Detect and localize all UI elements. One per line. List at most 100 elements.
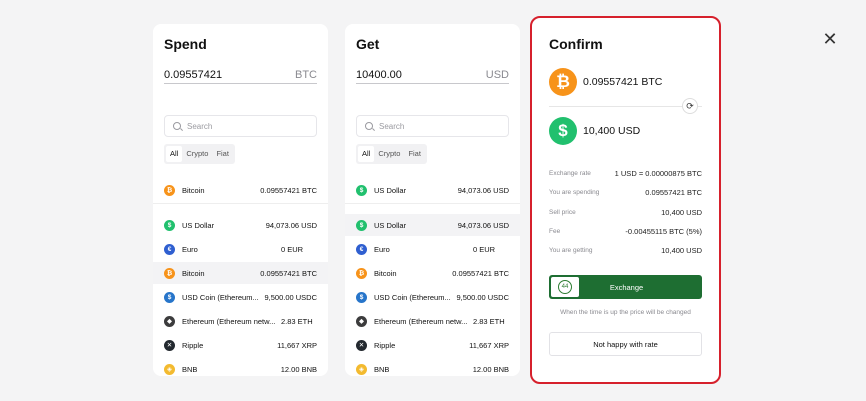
- confirm-panel: Confirm ₿ 0.09557421 BTC ⟳ $ 10,400 USD …: [530, 16, 721, 384]
- ethereum-icon: ◆: [164, 315, 175, 327]
- item-name: Ethereum (Ethereum netw...: [374, 316, 468, 326]
- to-amount: 10,400 USD: [583, 125, 641, 137]
- usdc-icon: $: [164, 291, 175, 303]
- get-search-placeholder: Search: [379, 121, 405, 131]
- list-item[interactable]: ◈ BNB 12.00 BNB: [153, 358, 328, 376]
- item-name: BNB: [182, 364, 198, 374]
- divider: [549, 106, 702, 107]
- item-name: Euro: [182, 244, 198, 254]
- list-item[interactable]: ◆ Ethereum (Ethereum netw... 2.83 ETH: [153, 310, 328, 332]
- close-icon[interactable]: ✕: [820, 29, 840, 49]
- exchange-button-label: Exchange: [609, 282, 644, 292]
- item-balance: 9,500.00 USDC: [456, 292, 509, 302]
- item-name: Ripple: [182, 340, 204, 350]
- item-name: Bitcoin: [182, 185, 205, 195]
- spend-filter-tabs: All Crypto Fiat: [164, 144, 235, 164]
- countdown-timer: 44: [551, 277, 579, 297]
- detail-fee: Fee -0.00455115 BTC (5%): [549, 225, 702, 237]
- item-name: US Dollar: [374, 185, 407, 195]
- detail-getting: You are getting 10,400 USD: [549, 244, 702, 256]
- get-amount-field[interactable]: 10400.00 USD: [356, 66, 509, 84]
- item-balance: 11,667 XRP: [469, 340, 509, 350]
- exchange-button[interactable]: 44 Exchange: [549, 275, 702, 299]
- search-icon: [365, 122, 373, 130]
- item-balance: 12.00 BNB: [280, 364, 317, 374]
- tab-fiat[interactable]: Fiat: [212, 146, 233, 162]
- item-name: BNB: [374, 364, 390, 374]
- ripple-icon: ✕: [356, 339, 367, 351]
- tab-crypto[interactable]: Crypto: [374, 146, 404, 162]
- get-selected-item[interactable]: $ US Dollar 94,073.06 USD: [345, 179, 520, 201]
- item-name: Bitcoin: [182, 268, 205, 278]
- get-title: Get: [356, 36, 380, 52]
- item-balance: 0.09557421 BTC: [452, 268, 509, 278]
- list-item[interactable]: ₿ Bitcoin 0.09557421 BTC: [345, 262, 520, 284]
- list-item[interactable]: ₿ Bitcoin 0.09557421 BTC: [153, 262, 328, 284]
- list-item[interactable]: ✕ Ripple 11,667 XRP: [153, 334, 328, 356]
- list-item[interactable]: $ USD Coin (Ethereum... 9,500.00 USDC: [345, 286, 520, 308]
- item-balance: 0.09557421 BTC: [260, 185, 317, 195]
- spend-selected-item[interactable]: ₿ Bitcoin 0.09557421 BTC: [153, 179, 328, 201]
- detail-value: -0.00455115 BTC (5%): [625, 226, 702, 236]
- bitcoin-icon: ₿: [549, 68, 577, 96]
- tab-all[interactable]: All: [166, 146, 183, 162]
- swap-icon[interactable]: ⟳: [682, 98, 698, 114]
- list-item[interactable]: € Euro 0 EUR: [153, 238, 328, 260]
- dollar-icon: $: [164, 219, 175, 231]
- tab-crypto[interactable]: Crypto: [182, 146, 212, 162]
- get-amount-value[interactable]: 10400.00: [356, 69, 402, 81]
- list-item[interactable]: $ USD Coin (Ethereum... 9,500.00 USDC: [153, 286, 328, 308]
- item-balance: 94,073.06 USD: [457, 185, 509, 195]
- item-name: USD Coin (Ethereum...: [374, 292, 451, 302]
- list-item[interactable]: ✕ Ripple 11,667 XRP: [345, 334, 520, 356]
- spend-amount-field[interactable]: 0.09557421 BTC: [164, 66, 317, 84]
- detail-value: 1 USD = 0.00000875 BTC: [614, 168, 702, 178]
- usdc-icon: $: [356, 291, 367, 303]
- dollar-icon: $: [549, 117, 577, 145]
- not-happy-button[interactable]: Not happy with rate: [549, 332, 702, 356]
- bnb-icon: ◈: [164, 363, 175, 375]
- tab-fiat[interactable]: Fiat: [404, 146, 425, 162]
- tab-all[interactable]: All: [358, 146, 375, 162]
- list-item[interactable]: € Euro 0 EUR: [345, 238, 520, 260]
- detail-sell-price: Sell price 10,400 USD: [549, 206, 702, 218]
- list-item[interactable]: $ US Dollar 94,073.06 USD: [345, 214, 520, 236]
- spend-search-placeholder: Search: [187, 121, 213, 131]
- get-filter-tabs: All Crypto Fiat: [356, 144, 427, 164]
- timer-value: 44: [561, 284, 569, 290]
- search-icon: [173, 122, 181, 130]
- item-balance: 0 EUR: [473, 244, 496, 254]
- item-balance: 12.00 BNB: [472, 364, 509, 374]
- item-name: Ethereum (Ethereum netw...: [182, 316, 276, 326]
- bnb-icon: ◈: [356, 363, 367, 375]
- item-balance: 2.83 ETH: [281, 316, 313, 326]
- time-note: When the time is up the price will be ch…: [560, 309, 691, 316]
- spend-amount-value[interactable]: 0.09557421: [164, 69, 222, 81]
- detail-label: You are spending: [549, 188, 600, 196]
- euro-icon: €: [164, 243, 175, 255]
- spend-search-input[interactable]: Search: [164, 115, 317, 137]
- detail-value: 0.09557421 BTC: [645, 187, 702, 197]
- item-balance: 0 EUR: [281, 244, 304, 254]
- detail-spending: You are spending 0.09557421 BTC: [549, 186, 702, 198]
- item-balance: 11,667 XRP: [277, 340, 317, 350]
- spend-title: Spend: [164, 36, 207, 52]
- from-amount: 0.09557421 BTC: [583, 76, 663, 88]
- list-item[interactable]: ◆ Ethereum (Ethereum netw... 2.83 ETH: [345, 310, 520, 332]
- spend-panel: Spend 0.09557421 BTC Search All Crypto F…: [153, 24, 328, 376]
- item-name: Euro: [374, 244, 390, 254]
- detail-value: 10,400 USD: [661, 245, 702, 255]
- list-item[interactable]: $ US Dollar 94,073.06 USD: [153, 214, 328, 236]
- dollar-icon: $: [356, 184, 367, 196]
- confirm-title: Confirm: [549, 36, 603, 52]
- timer-ring-icon: 44: [558, 280, 572, 294]
- item-name: USD Coin (Ethereum...: [182, 292, 259, 302]
- item-name: Ripple: [374, 340, 396, 350]
- detail-exchange-rate: Exchange rate 1 USD = 0.00000875 BTC: [549, 167, 702, 179]
- item-balance: 94,073.06 USD: [265, 220, 317, 230]
- list-item[interactable]: ◈ BNB 12.00 BNB: [345, 358, 520, 376]
- euro-icon: €: [356, 243, 367, 255]
- item-name: US Dollar: [374, 220, 407, 230]
- get-search-input[interactable]: Search: [356, 115, 509, 137]
- get-currency: USD: [485, 68, 509, 81]
